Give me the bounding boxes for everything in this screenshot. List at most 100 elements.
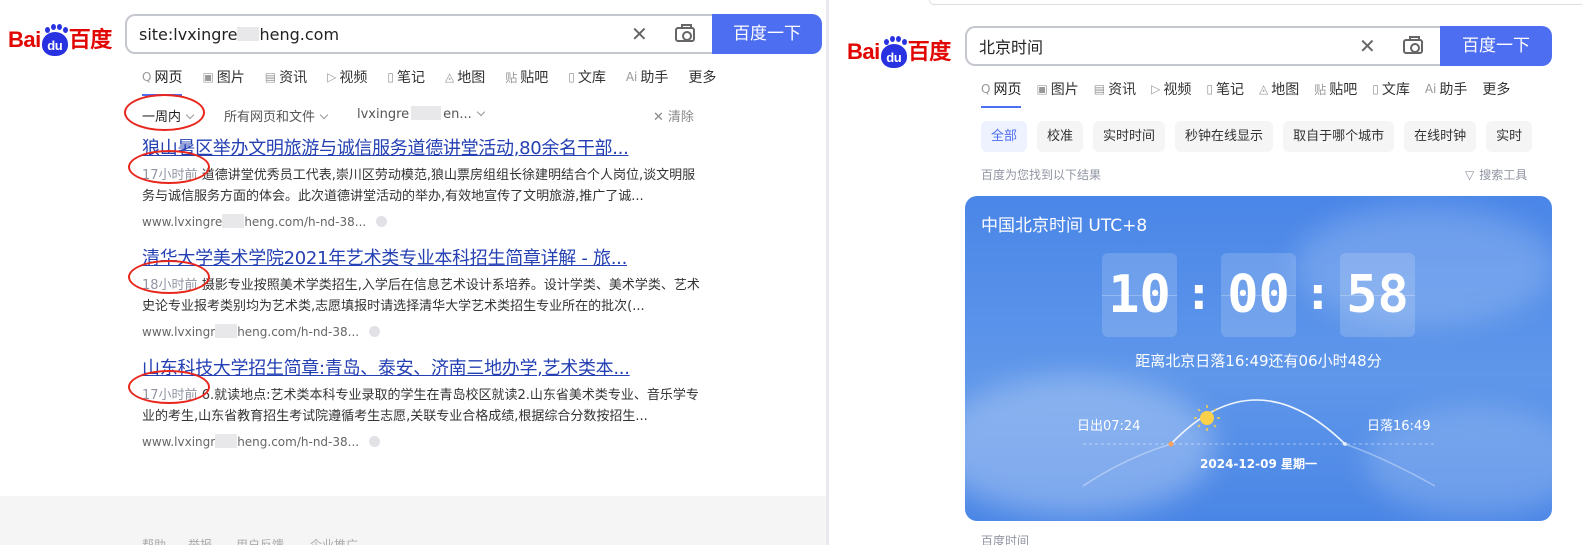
tab-icon: 贴 <box>1314 82 1327 97</box>
result-url[interactable]: www.lvxingre heng.com/h-nd-38... <box>142 214 702 229</box>
tab-label: 视频 <box>339 70 368 86</box>
tab-label: 文库 <box>577 70 606 86</box>
search-tabs: Q 网页 ▣ 图片 ▤ 资讯 ▷ 视频 ▯ 笔记 ◬ 地图贴贴吧 ▯ 文库 Ai 助手 更多 <box>142 67 736 96</box>
annotation-circle <box>128 150 210 184</box>
tab-item[interactable]: ▯ 笔记 <box>387 67 425 87</box>
tab-item[interactable]: 更多 <box>688 67 716 87</box>
redaction-mask <box>222 214 245 228</box>
logo-bai-text: Bai <box>8 27 41 52</box>
sunrise-time: 日出07:24 <box>1077 419 1141 434</box>
annotation-circle <box>124 94 205 131</box>
result-url-tail: heng.com/h-nd-38... <box>237 325 360 339</box>
site-filter[interactable]: lvxingre en... <box>357 106 486 122</box>
tab-item[interactable]: ▯ 文库 <box>1372 79 1410 99</box>
chip-filter[interactable]: 在线时钟 <box>1404 121 1477 152</box>
tab-item[interactable]: ◬ 地图 <box>1259 79 1299 99</box>
tab-item[interactable]: ▯ 笔记 <box>1206 79 1244 99</box>
chip-filter[interactable]: 全部 <box>981 121 1028 152</box>
tab-web[interactable]: Q 网页 <box>981 79 1022 108</box>
sunrise-marker <box>1168 441 1174 447</box>
tab-icon: ▤ <box>1093 82 1106 96</box>
shield-icon[interactable] <box>369 326 381 337</box>
tab-item[interactable]: ▯ 文库 <box>568 67 606 87</box>
result-url-head: www.lvxingr <box>142 435 216 449</box>
redaction-mask <box>237 27 260 41</box>
tab-label: 图片 <box>1050 82 1079 98</box>
chip-filter[interactable]: 实时时间 <box>1093 121 1166 152</box>
tab-label: 贴吧 <box>520 70 549 86</box>
search-tools-label: 搜索工具 <box>1479 168 1528 182</box>
beijing-time-card: 中国北京时间 UTC+8 10 : 00 : 58 距离北京日落16:49还有0… <box>965 196 1552 521</box>
search-button[interactable]: 百度一下 <box>1440 26 1552 66</box>
search-query: 北京时间 <box>979 38 1044 57</box>
baidu-logo[interactable]: Bai du 百度 <box>847 34 951 68</box>
next-result-title[interactable]: 百度时间 <box>981 532 1029 545</box>
result-url-tail: heng.com/h-nd-38... <box>244 215 367 229</box>
footer-link-promo[interactable]: 企业推广 <box>310 536 358 545</box>
tab-item[interactable]: 贴贴吧 <box>505 67 548 87</box>
shield-icon[interactable] <box>376 216 388 227</box>
chip-filter[interactable]: 实时 <box>1486 121 1533 152</box>
tab-icon: ▷ <box>1151 82 1161 96</box>
tab-icon: Ai <box>625 70 638 84</box>
tab-item[interactable]: Ai 助手 <box>1425 79 1468 99</box>
result-url[interactable]: www.lvxingr heng.com/h-nd-38... <box>142 434 702 449</box>
tab-item[interactable]: 更多 <box>1482 79 1510 99</box>
tab-icon: Q <box>981 82 991 96</box>
redaction-mask <box>411 106 442 120</box>
tab-label: 资讯 <box>279 70 308 86</box>
tab-label: 视频 <box>1163 82 1192 98</box>
tab-item[interactable]: Ai 助手 <box>626 67 669 87</box>
clear-filter-button[interactable]: ✕ 清除 <box>653 106 694 125</box>
result-snippet: 18小时前 摄影专业按照美术学类招生,入学后在信息艺术设计系培养。设计学类、美术… <box>142 275 702 317</box>
close-icon: ✕ <box>653 110 664 125</box>
tab-icon: ▣ <box>1036 82 1048 96</box>
chip-filter[interactable]: 取自于哪个城市 <box>1283 121 1395 152</box>
tab-icon: Ai <box>1424 82 1437 96</box>
chip-filter[interactable]: 校准 <box>1037 121 1084 152</box>
search-result: 清华大学美术学院2021年艺术类专业本科招生简章详解 - 旅... 18小时前 摄… <box>142 244 702 339</box>
card-date: 2024-12-09 星期一 <box>1200 457 1317 471</box>
tab-item[interactable]: ▷ 视频 <box>1151 79 1191 99</box>
window-edge <box>929 0 1582 5</box>
tab-item[interactable]: ▤ 资讯 <box>265 67 307 87</box>
clear-filter-label: 清除 <box>667 110 694 125</box>
tab-label: 贴吧 <box>1329 82 1358 98</box>
tab-item[interactable]: ▷ 视频 <box>327 67 367 87</box>
tab-item[interactable]: ▣ 图片 <box>202 67 244 87</box>
footer-link-feedback[interactable]: 用户反馈 <box>236 536 284 545</box>
sunset-time: 日落16:49 <box>1367 419 1431 434</box>
camera-icon[interactable] <box>1403 36 1423 54</box>
tab-label: 地图 <box>1271 82 1300 98</box>
search-query-tail: heng.com <box>259 24 340 44</box>
tab-item[interactable]: ▣ 图片 <box>1036 79 1078 99</box>
tab-icon: ◬ <box>444 70 455 84</box>
footer-link-report[interactable]: 举报 <box>188 536 212 545</box>
tab-icon: ▣ <box>202 70 214 84</box>
tab-label: 更多 <box>688 70 717 86</box>
search-tools-button[interactable]: ▽ 搜索工具 <box>1465 166 1527 183</box>
site-filter-label-b: en... <box>443 107 472 122</box>
search-input[interactable]: site:lvxingre heng.com <box>125 14 713 54</box>
tab-item[interactable]: ◬ 地图 <box>445 67 485 87</box>
result-title-link[interactable]: 山东科技大学招生简章:青岛、泰安、济南三地办学,艺术类本... <box>142 354 702 380</box>
tab-item[interactable]: 贴贴吧 <box>1314 79 1357 99</box>
search-button[interactable]: 百度一下 <box>712 14 822 54</box>
footer-link-help[interactable]: 帮助 <box>142 536 166 545</box>
result-title-link[interactable]: 清华大学美术学院2021年艺术类专业本科招生简章详解 - 旅... <box>142 244 702 270</box>
shield-icon[interactable] <box>369 436 381 447</box>
related-chips: 全部 校准 实时时间 秒钟在线显示 取自于哪个城市 在线时钟 实时 <box>981 121 1533 152</box>
chip-filter[interactable]: 秒钟在线显示 <box>1175 121 1274 152</box>
clear-icon[interactable]: ✕ <box>631 22 648 46</box>
result-url[interactable]: www.lvxingr heng.com/h-nd-38... <box>142 324 702 339</box>
tab-icon: 贴 <box>505 70 518 85</box>
tab-web[interactable]: Q 网页 <box>142 67 183 96</box>
clear-icon[interactable]: ✕ <box>1359 34 1376 58</box>
tab-icon: ▯ <box>568 70 575 84</box>
result-title-link[interactable]: 狼山暑区举办文明旅游与诚信服务道德讲堂活动,80余名干部... <box>142 134 702 160</box>
tab-icon: ▷ <box>327 70 337 84</box>
tab-item[interactable]: ▤ 资讯 <box>1094 79 1136 99</box>
camera-icon[interactable] <box>675 24 695 42</box>
type-filter[interactable]: 所有网页和文件 <box>224 106 329 125</box>
baidu-logo[interactable]: Bai du 百度 <box>8 22 112 56</box>
